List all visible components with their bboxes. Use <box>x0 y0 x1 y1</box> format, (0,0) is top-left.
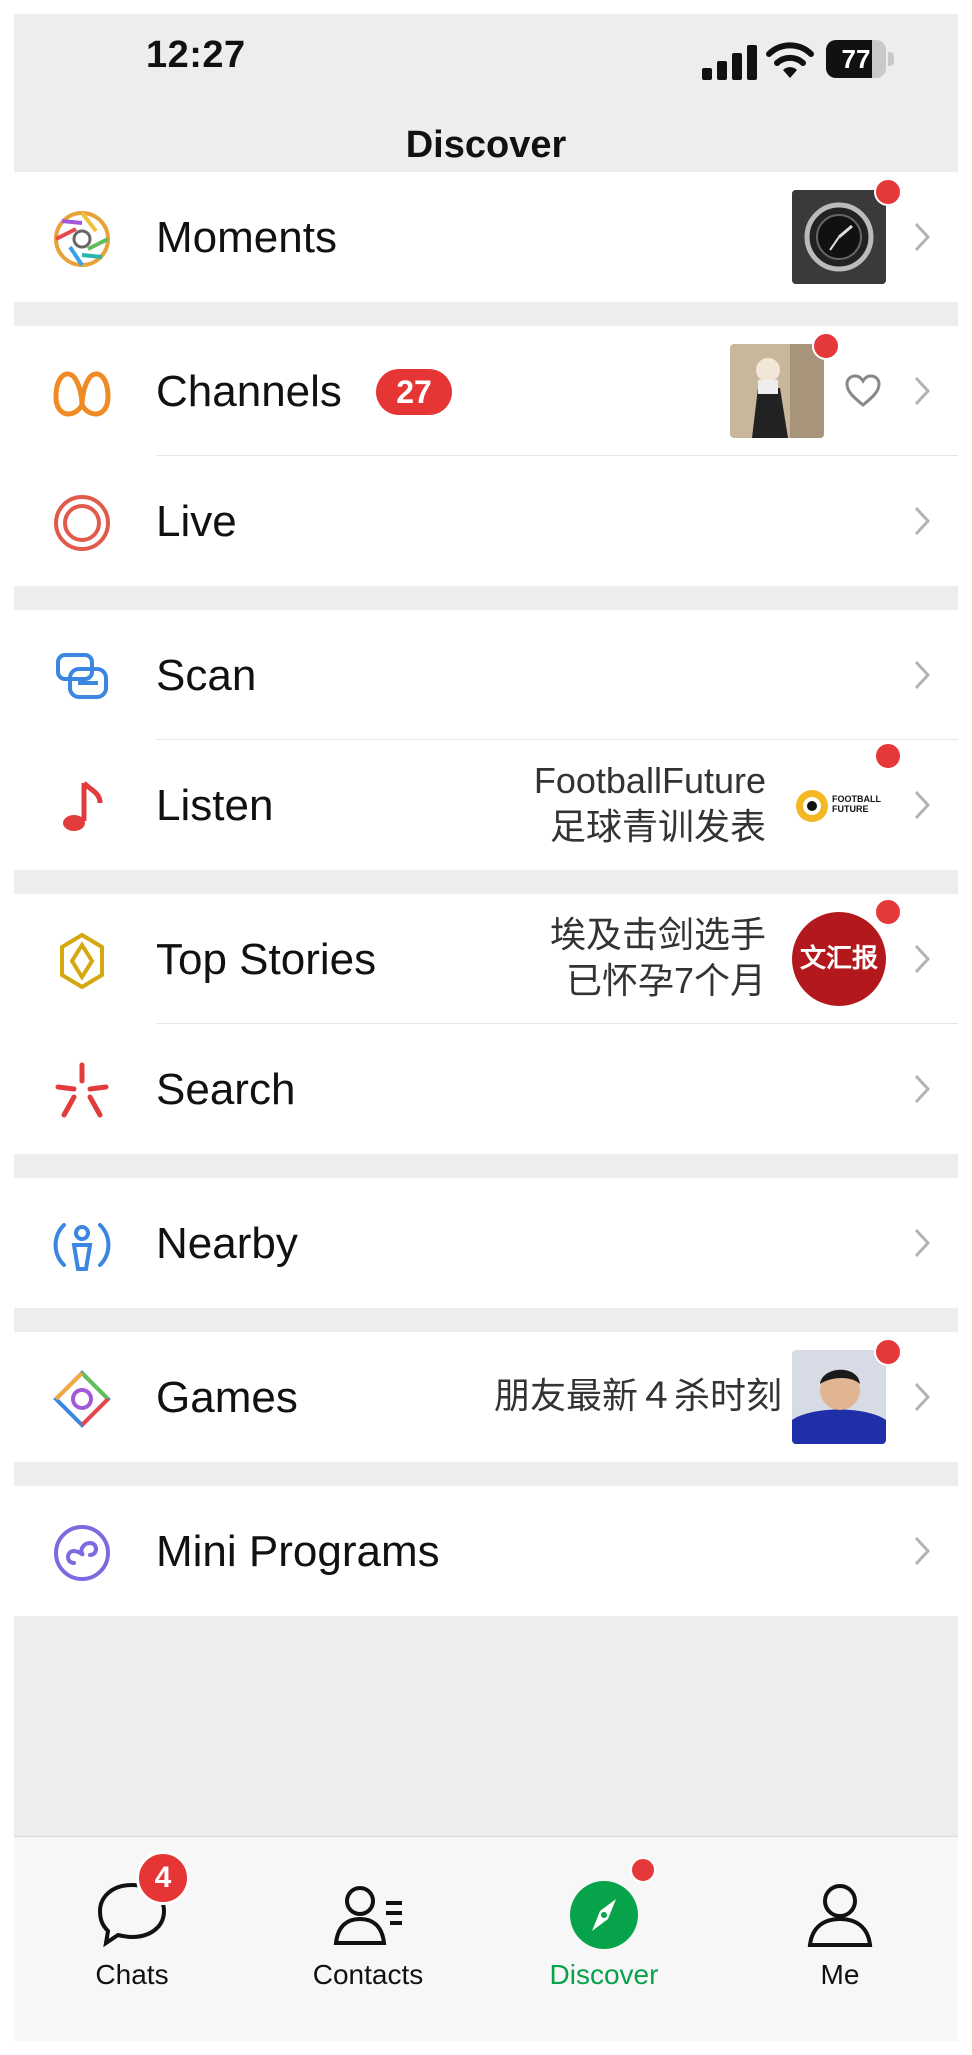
chevron-right-icon <box>914 790 931 820</box>
tab-discover[interactable]: Discover <box>486 1837 722 2041</box>
moments-new-dot <box>874 178 902 206</box>
games-preview-text: 朋友最新４杀时刻 <box>493 1375 782 1416</box>
tab-label: Contacts <box>312 1959 424 1990</box>
group-nearby: Nearby <box>14 1178 958 1308</box>
moments-aperture-icon <box>54 211 110 267</box>
person-photo-icon <box>730 344 824 438</box>
contacts-person-icon <box>333 1886 402 1945</box>
row-label: Channels <box>156 367 342 416</box>
live-icon <box>54 495 110 551</box>
top-stories-new-dot <box>874 898 902 926</box>
wenhui-logo: 文汇报 <box>792 912 886 1006</box>
page-title: Discover <box>405 124 567 166</box>
top-stories-preview-line2: 已怀孕7个月 <box>565 960 766 1001</box>
row-top-stories[interactable]: Top Stories 埃及击剑选手 已怀孕7个月 文汇报 <box>14 894 958 1024</box>
chats-unread-badge: 4 <box>136 1851 190 1905</box>
compass-icon <box>570 1881 638 1949</box>
tab-bar: 4 Chats Contacts Discover Me <box>14 1836 958 2041</box>
row-label: Live <box>156 497 237 546</box>
football-future-logo-text: FOOTBALL FUTURE <box>832 794 881 814</box>
search-sparkle-icon <box>55 1062 109 1118</box>
status-bar: 12:27 77 <box>14 14 958 104</box>
row-label: Listen <box>156 781 274 830</box>
phone-screen: 12:27 77 Discover Moments Channels 27 Li… <box>14 14 958 2041</box>
heart-icon[interactable] <box>844 374 882 408</box>
football-future-logo: FOOTBALL FUTURE <box>792 776 886 836</box>
group-scan: Scan Listen FootballFuture 足球青训发表 FOOTBA… <box>14 610 958 870</box>
tab-contacts[interactable]: Contacts <box>250 1837 486 2041</box>
row-mini-programs[interactable]: Mini Programs <box>14 1486 958 1616</box>
tab-chats[interactable]: 4 Chats <box>14 1837 250 2041</box>
channels-thumbnail <box>730 344 824 438</box>
group-channels: Channels 27 Live <box>14 326 958 586</box>
chevron-right-icon <box>914 1382 931 1412</box>
row-listen[interactable]: Listen FootballFuture 足球青训发表 FOOTBALL FU… <box>14 740 958 870</box>
listen-new-dot <box>874 742 902 770</box>
music-note-icon <box>63 781 103 831</box>
status-time: 12:27 <box>146 34 246 76</box>
games-thumbnail <box>792 1350 886 1444</box>
channels-new-dot <box>812 332 840 360</box>
row-label: Top Stories <box>156 935 377 984</box>
chevron-right-icon <box>914 1228 931 1258</box>
wifi-icon <box>766 42 814 78</box>
chevron-right-icon <box>914 1536 931 1566</box>
tab-label: Discover <box>549 1959 659 1990</box>
chevron-right-icon <box>914 660 931 690</box>
group-top-stories: Top Stories 埃及击剑选手 已怀孕7个月 文汇报 Search <box>14 894 958 1154</box>
group-games: Games 朋友最新４杀时刻 <box>14 1332 958 1462</box>
channels-butterfly-icon <box>53 371 111 417</box>
listen-preview-text: FootballFuture 足球青训发表 <box>534 758 766 850</box>
group-moments: Moments <box>14 172 958 302</box>
tab-label: Chats <box>95 1959 169 1990</box>
chevron-right-icon <box>914 944 931 974</box>
row-label: Moments <box>156 213 337 262</box>
top-stories-preview-line1: 埃及击剑选手 <box>549 914 766 955</box>
me-person-icon <box>807 1884 873 1947</box>
mini-programs-icon <box>54 1525 110 1581</box>
row-label: Scan <box>156 651 257 700</box>
row-channels[interactable]: Channels 27 <box>14 326 958 456</box>
scan-icon <box>56 653 108 699</box>
row-label: Search <box>156 1065 296 1114</box>
row-live[interactable]: Live <box>14 456 958 586</box>
chevron-right-icon <box>914 222 931 252</box>
chevron-right-icon <box>914 376 931 406</box>
row-label: Games <box>156 1373 298 1422</box>
chevron-right-icon <box>914 506 931 536</box>
moments-thumbnail <box>792 190 886 284</box>
listen-preview-line2: 足球青训发表 <box>549 806 766 847</box>
group-mini-programs: Mini Programs <box>14 1486 958 1616</box>
top-stories-preview-text: 埃及击剑选手 已怀孕7个月 <box>550 912 766 1004</box>
tab-me[interactable]: Me <box>722 1837 958 2041</box>
games-new-dot <box>874 1338 902 1366</box>
channels-count-badge: 27 <box>376 369 452 415</box>
battery-text: 77 <box>841 44 871 74</box>
row-scan[interactable]: Scan <box>14 610 958 740</box>
row-label: Nearby <box>156 1219 298 1268</box>
games-diamond-icon <box>53 1370 111 1428</box>
listen-preview-line1: FootballFuture <box>533 760 766 801</box>
discover-new-dot <box>630 1857 656 1883</box>
nearby-person-icon <box>53 1223 111 1271</box>
row-nearby[interactable]: Nearby <box>14 1178 958 1308</box>
watch-photo-icon <box>792 190 886 284</box>
top-stories-icon <box>60 932 104 990</box>
tab-label: Me <box>820 1959 860 1990</box>
row-label: Mini Programs <box>156 1527 440 1576</box>
row-search[interactable]: Search <box>14 1024 958 1154</box>
battery-icon: 77 <box>826 40 896 80</box>
cellular-signal-icon <box>702 45 757 80</box>
row-games[interactable]: Games 朋友最新４杀时刻 <box>14 1332 958 1462</box>
player-avatar-icon <box>792 1350 886 1444</box>
row-moments[interactable]: Moments <box>14 172 958 302</box>
chevron-right-icon <box>914 1074 931 1104</box>
